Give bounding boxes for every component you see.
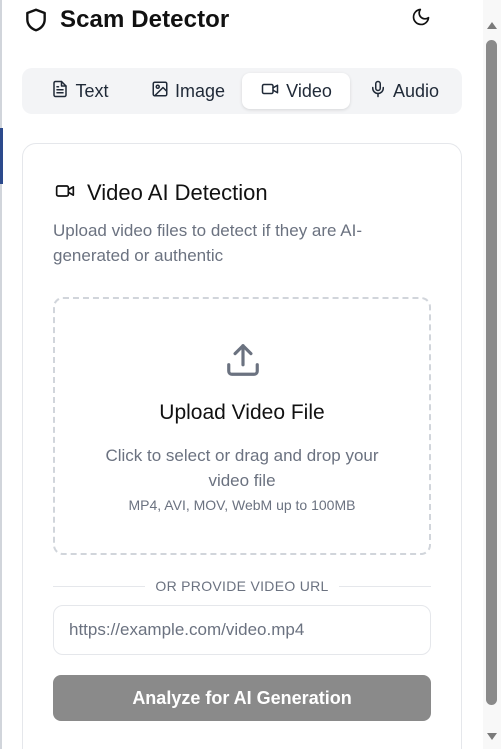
- upload-icon: [224, 341, 262, 384]
- tab-video-label: Video: [286, 80, 332, 101]
- tab-video[interactable]: Video: [242, 73, 350, 109]
- mic-icon: [369, 80, 393, 103]
- tab-text-label: Text: [75, 80, 109, 101]
- card-description: Upload video files to detect if they are…: [53, 221, 363, 265]
- tab-image[interactable]: Image: [134, 73, 242, 109]
- shield-icon: [22, 6, 50, 34]
- image-icon: [151, 80, 175, 103]
- analyze-button[interactable]: Analyze for AI Generation: [53, 675, 431, 721]
- url-divider: OR PROVIDE VIDEO URL: [53, 576, 432, 596]
- tab-audio[interactable]: Audio: [350, 73, 458, 109]
- scrollbar[interactable]: [483, 0, 501, 749]
- scrollbar-thumb[interactable]: [486, 40, 497, 705]
- app-header: Scam Detector: [22, 0, 462, 40]
- tab-audio-label: Audio: [392, 80, 440, 101]
- tab-text[interactable]: Text: [26, 73, 134, 109]
- video-detection-card: Video AI Detection Upload video files to…: [22, 143, 462, 749]
- dropzone-formats: MP4, AVI, MOV, WebM up to 100MB: [128, 497, 356, 513]
- moon-icon: [411, 7, 431, 32]
- window-edge: [0, 0, 2, 749]
- scroll-up-arrow-icon[interactable]: [487, 22, 497, 29]
- divider-line-left: [53, 585, 146, 587]
- video-icon: [53, 181, 77, 206]
- divider-line-right: [338, 585, 432, 587]
- app-title: Scam Detector: [60, 6, 230, 33]
- video-upload-dropzone[interactable]: Upload Video File Click to select or dra…: [53, 297, 431, 555]
- scroll-down-arrow-icon[interactable]: [487, 733, 497, 740]
- app-window: Scam Detector Text Image Video Audio Vid…: [0, 0, 501, 749]
- theme-toggle-button[interactable]: [406, 4, 436, 34]
- card-header: Video AI Detection: [53, 180, 268, 206]
- video-icon: [260, 80, 286, 103]
- tab-image-label: Image: [174, 80, 226, 101]
- card-title: Video AI Detection: [87, 180, 268, 205]
- divider-label: OR PROVIDE VIDEO URL: [155, 578, 329, 594]
- dropzone-title: Upload Video File: [159, 401, 325, 424]
- file-text-icon: [51, 80, 75, 103]
- video-url-input[interactable]: [53, 605, 431, 655]
- window-edge-accent: [0, 128, 3, 184]
- detection-type-tabs: Text Image Video Audio: [22, 68, 462, 114]
- dropzone-subtitle: Click to select or drag and drop your vi…: [105, 446, 379, 490]
